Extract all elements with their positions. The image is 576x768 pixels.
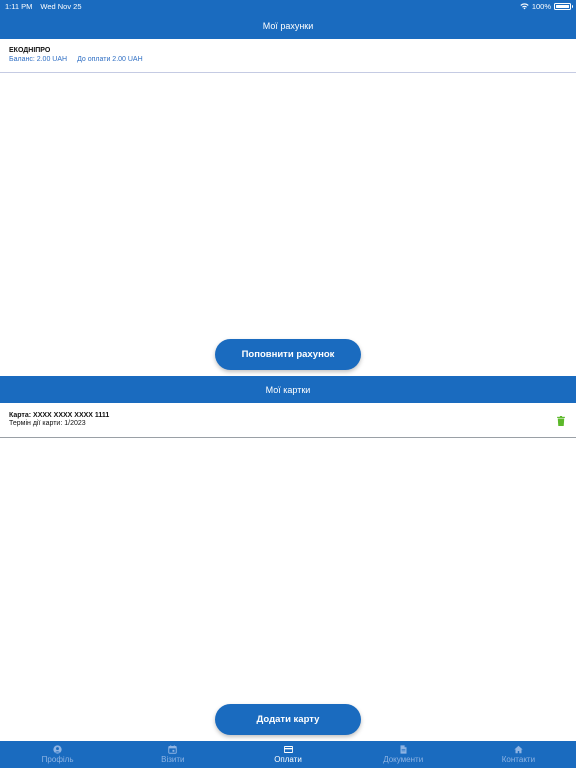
card-row[interactable]: Карта: XXXX XXXX XXXX 1111 Термін дії ка…: [0, 403, 576, 438]
account-balance: Баланс: 2.00 UAH: [9, 56, 68, 63]
document-icon: [400, 745, 407, 754]
wifi-icon: [520, 2, 529, 9]
card-expiry: Термін дії карти: 1/2023: [9, 420, 86, 427]
topup-button[interactable]: Поповнити рахунок: [215, 339, 361, 370]
battery-percent: 100%: [531, 1, 551, 11]
status-right: 100%: [520, 1, 573, 11]
accounts-header-title: Мої рахунки: [262, 20, 314, 31]
calendar-icon: [168, 745, 178, 754]
tab-documents-label: Документи: [383, 755, 424, 764]
trash-icon[interactable]: [557, 416, 565, 426]
status-time: 1:11 PM: [5, 1, 33, 11]
credit-card-icon: [283, 746, 293, 753]
tab-visits-label: Візити: [161, 755, 185, 764]
tab-contacts[interactable]: Контакти: [461, 741, 576, 768]
battery-icon: [554, 2, 573, 10]
add-card-button[interactable]: Додати карту: [215, 704, 361, 735]
tab-documents[interactable]: Документи: [346, 741, 461, 768]
tab-profile-label: Профіль: [41, 755, 74, 764]
account-row[interactable]: ЕКОДНІПРО Баланс: 2.00 UAH До оплати 2.0…: [0, 39, 576, 73]
tab-contacts-label: Контакти: [501, 755, 536, 764]
profile-icon: [53, 745, 62, 754]
tab-visits[interactable]: Візити: [115, 741, 230, 768]
home-icon: [514, 745, 523, 754]
account-meta: Баланс: 2.00 UAH До оплати 2.00 UAH: [9, 56, 567, 63]
card-number: Карта: XXXX XXXX XXXX 1111: [9, 412, 110, 419]
account-due: До оплати 2.00 UAH: [77, 56, 143, 63]
cards-header: Мої картки: [0, 376, 576, 403]
tab-payments-label: Оплати: [274, 755, 302, 764]
status-bar: 1:11 PM Wed Nov 25 100%: [0, 0, 576, 12]
tab-bar: Профіль Візити Оплати Документи Контакти: [0, 741, 576, 768]
status-date: Wed Nov 25: [40, 1, 82, 11]
account-name: ЕКОДНІПРО: [9, 47, 51, 54]
tab-payments[interactable]: Оплати: [230, 741, 345, 768]
tab-profile[interactable]: Профіль: [0, 741, 115, 768]
cards-header-title: Мої картки: [265, 384, 311, 395]
accounts-header: Мої рахунки: [0, 12, 576, 39]
